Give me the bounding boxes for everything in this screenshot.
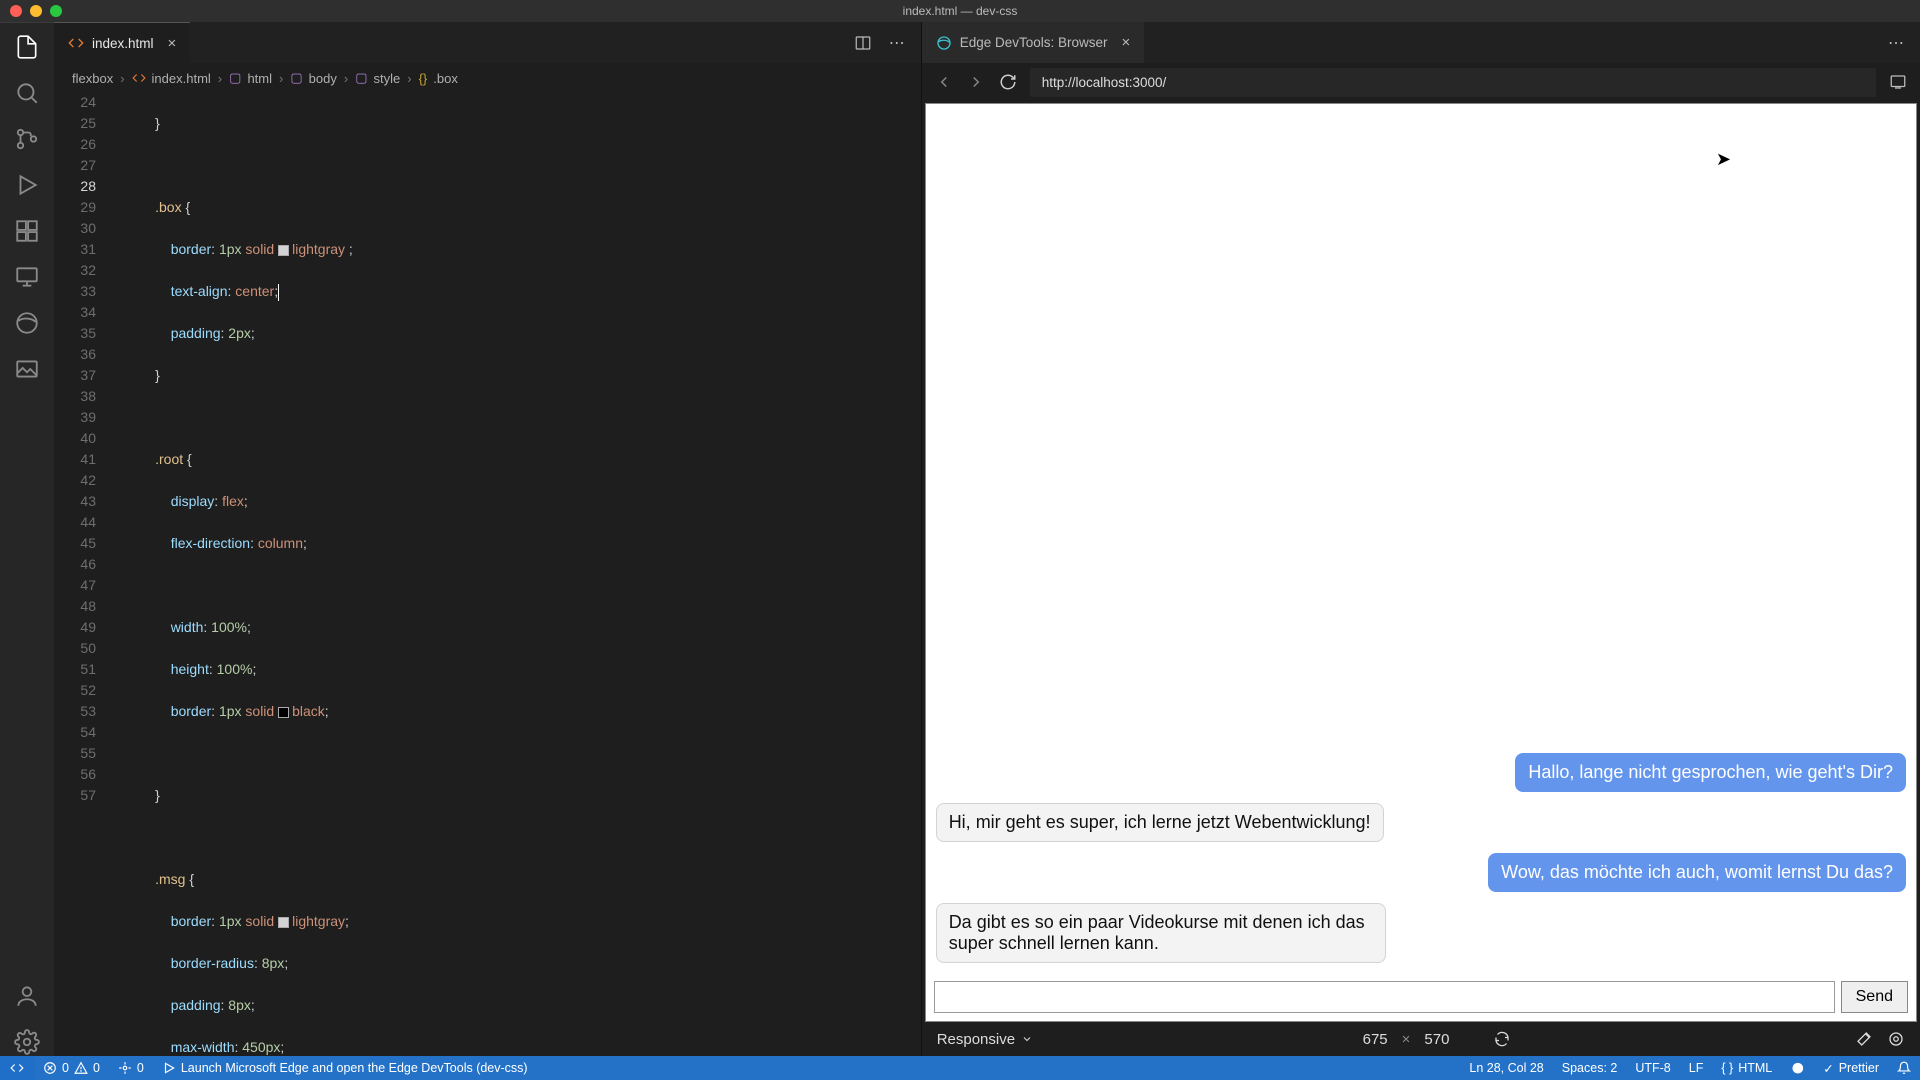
chat-input[interactable] <box>934 981 1835 1013</box>
status-bar: 0 0 0 Launch Microsoft Edge and open the… <box>0 1056 1920 1080</box>
edge-icon <box>936 35 952 51</box>
cursor-position[interactable]: Ln 28, Col 28 <box>1460 1061 1552 1075</box>
edge-tools-icon[interactable] <box>13 309 41 337</box>
send-button[interactable]: Send <box>1841 981 1908 1013</box>
search-icon[interactable] <box>13 79 41 107</box>
chat-message-other: Hi, mir geht es super, ich lerne jetzt W… <box>936 803 1384 842</box>
indentation[interactable]: Spaces: 2 <box>1553 1061 1627 1075</box>
breadcrumb-html[interactable]: html <box>247 71 272 86</box>
tab-index-html[interactable]: index.html × <box>54 22 190 63</box>
nav-back-icon[interactable] <box>934 72 954 92</box>
more-actions-icon[interactable]: ⋯ <box>1886 33 1906 53</box>
files-icon[interactable] <box>13 33 41 61</box>
html-file-icon <box>132 71 146 85</box>
viewport-height[interactable]: 570 <box>1424 1031 1449 1048</box>
activity-bar <box>0 22 54 1056</box>
problems-button[interactable]: 0 0 <box>34 1056 109 1080</box>
wand-icon[interactable] <box>1855 1030 1873 1048</box>
device-toolbar: Responsive 675 × 570 <box>925 1022 1917 1056</box>
cube-icon: ▢ <box>355 70 367 86</box>
launch-edge-button[interactable]: Launch Microsoft Edge and open the Edge … <box>153 1056 537 1080</box>
account-icon[interactable] <box>13 982 41 1010</box>
ports-button[interactable]: 0 <box>109 1056 153 1080</box>
photos-icon[interactable] <box>13 355 41 383</box>
gear-icon[interactable] <box>13 1028 41 1056</box>
html-file-icon <box>68 35 84 51</box>
split-editor-icon[interactable] <box>853 33 873 53</box>
chat-message-own: Hallo, lange nicht gesprochen, wie geht'… <box>1515 753 1906 792</box>
cube-icon: ▢ <box>229 70 241 86</box>
tab-label: index.html <box>92 36 154 51</box>
rotate-icon[interactable] <box>1493 1030 1511 1048</box>
braces-icon: {} <box>419 71 428 86</box>
tweet-feedback-icon[interactable] <box>1781 1061 1814 1076</box>
chat-area: Hallo, lange nicht gesprochen, wie geht'… <box>926 104 1916 973</box>
breadcrumb-file[interactable]: index.html <box>152 71 211 86</box>
breadcrumbs[interactable]: flexbox › index.html › ▢ html › ▢ body ›… <box>54 64 921 92</box>
tab-edge-devtools[interactable]: Edge DevTools: Browser × <box>922 22 1145 63</box>
chat-message-other: Da gibt es so ein paar Videokurse mit de… <box>936 903 1386 963</box>
window-title: index.html — dev-css <box>903 4 1018 18</box>
breadcrumb-style[interactable]: style <box>373 71 400 86</box>
browser-preview: ➤ Hallo, lange nicht gesprochen, wie geh… <box>925 103 1917 1022</box>
cube-icon: ▢ <box>290 70 302 86</box>
chat-message-own: Wow, das möchte ich auch, womit lernst D… <box>1488 853 1906 892</box>
dimension-x-icon: × <box>1402 1031 1411 1048</box>
close-icon[interactable]: × <box>1116 34 1131 51</box>
viewport-width[interactable]: 675 <box>1363 1031 1388 1048</box>
window-minimize-button[interactable] <box>30 5 42 17</box>
source-control-icon[interactable] <box>13 125 41 153</box>
notifications-icon[interactable] <box>1888 1061 1920 1075</box>
more-actions-icon[interactable]: ⋯ <box>887 33 907 53</box>
breadcrumb-rule[interactable]: .box <box>433 71 458 86</box>
editor-tab-bar: index.html × ⋯ <box>54 22 921 64</box>
remote-explorer-icon[interactable] <box>13 263 41 291</box>
close-icon[interactable]: × <box>162 35 177 52</box>
url-input[interactable] <box>1030 68 1876 97</box>
window-close-button[interactable] <box>10 5 22 17</box>
encoding[interactable]: UTF-8 <box>1626 1061 1679 1075</box>
tab-label: Edge DevTools: Browser <box>960 35 1108 50</box>
nav-forward-icon[interactable] <box>966 72 986 92</box>
window-zoom-button[interactable] <box>50 5 62 17</box>
devtools-tab-bar: Edge DevTools: Browser × ⋯ <box>922 22 1920 64</box>
reload-icon[interactable] <box>998 72 1018 92</box>
eol[interactable]: LF <box>1680 1061 1713 1075</box>
prettier-status[interactable]: ✓ Prettier <box>1814 1061 1888 1076</box>
device-select[interactable]: Responsive <box>937 1031 1033 1048</box>
breadcrumb-body[interactable]: body <box>309 71 337 86</box>
target-icon[interactable] <box>1887 1030 1905 1048</box>
mac-titlebar: index.html — dev-css <box>0 0 1920 22</box>
browser-url-bar <box>922 64 1920 100</box>
code-editor[interactable]: 2425262728293031323334353637383940414243… <box>54 92 921 1056</box>
run-debug-icon[interactable] <box>13 171 41 199</box>
inspect-icon[interactable] <box>1888 72 1908 92</box>
remote-button[interactable] <box>0 1056 34 1080</box>
breadcrumb-folder[interactable]: flexbox <box>72 71 113 86</box>
language-mode[interactable]: { }HTML <box>1712 1061 1781 1075</box>
extensions-icon[interactable] <box>13 217 41 245</box>
